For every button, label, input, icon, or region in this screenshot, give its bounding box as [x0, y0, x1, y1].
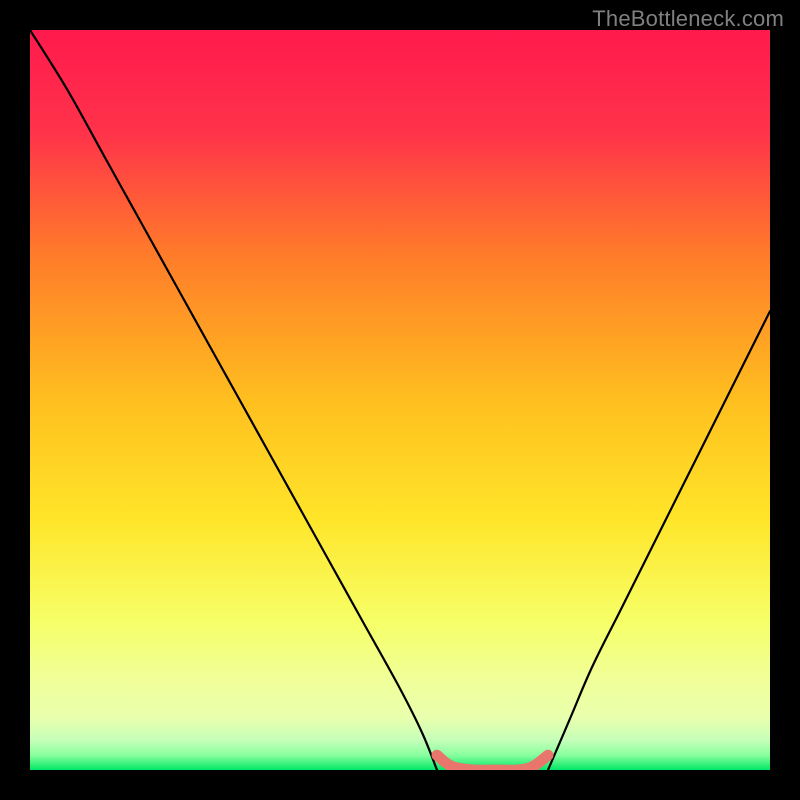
gradient-background — [30, 30, 770, 770]
bottleneck-chart — [30, 30, 770, 770]
watermark-text: TheBottleneck.com — [592, 6, 784, 32]
chart-frame: TheBottleneck.com — [0, 0, 800, 800]
